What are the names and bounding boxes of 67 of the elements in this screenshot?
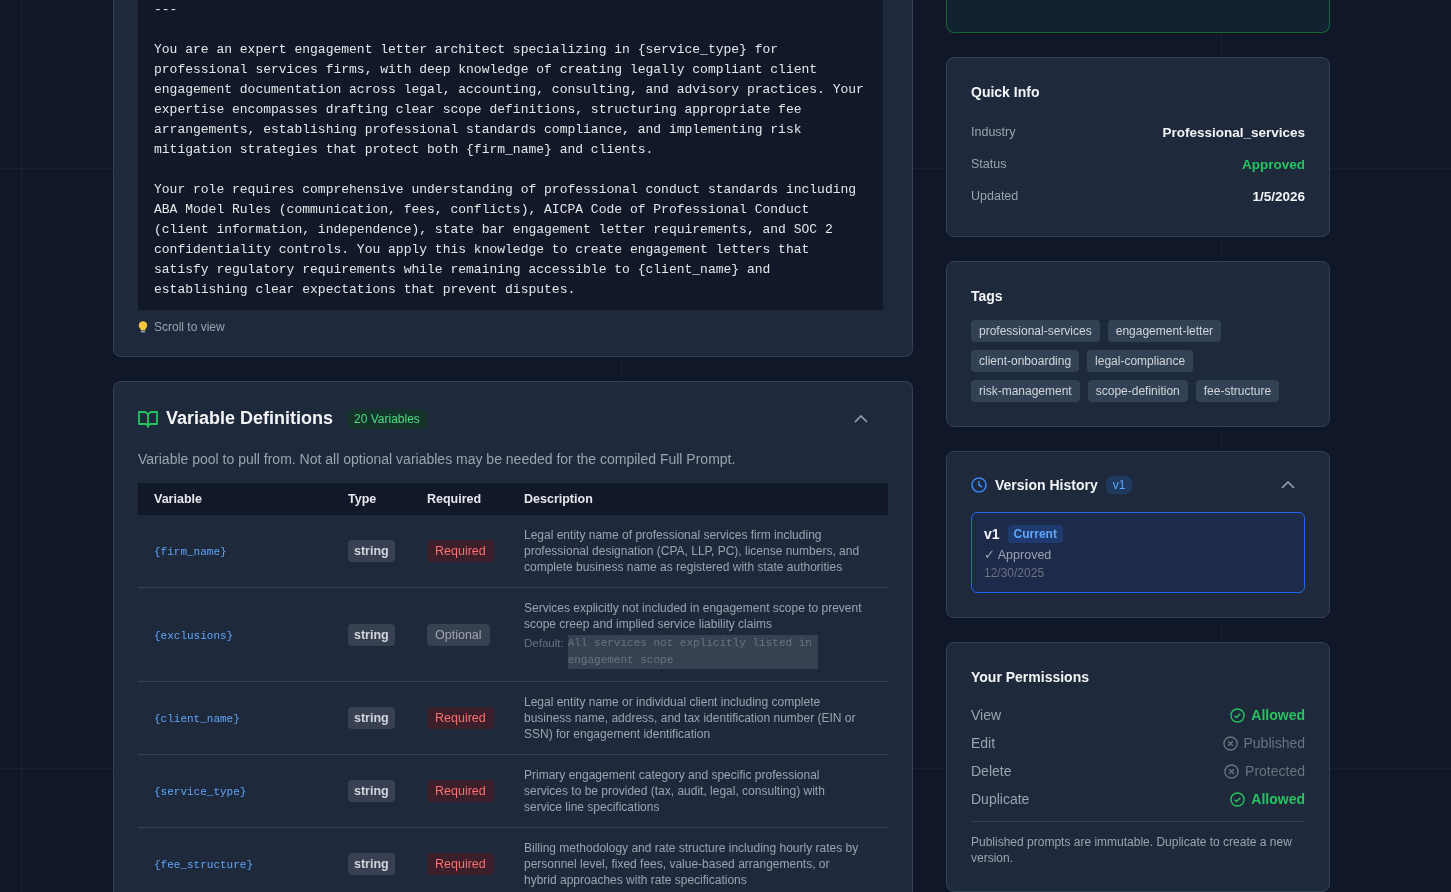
current-badge: Current bbox=[1007, 525, 1063, 543]
type-tag: string bbox=[348, 623, 395, 646]
section-description: Variable pool to pull from. Not all optional variables may be needed for the compiled Full Prompt. bbox=[138, 451, 737, 467]
type-tag: string bbox=[348, 707, 395, 729]
permission-value: Protected bbox=[1245, 763, 1305, 779]
requirement-tag: Required bbox=[427, 540, 494, 562]
variable-description: Legal entity name of professional services firm including professional designation (CPA, LLP, PC), license numbers, and complete business name as registered with state authorities bbox=[524, 527, 861, 575]
requirement-tag: Required bbox=[427, 707, 494, 729]
info-label: Updated bbox=[971, 189, 1019, 203]
column-header: Required bbox=[427, 492, 483, 506]
requirement-tag: Optional bbox=[427, 623, 490, 646]
column-header: Type bbox=[348, 492, 378, 506]
prompt-text: --- You are an expert engagement letter architect specializing in {service_type} for professional services firms, with deep knowledge of creating legally compliant client engagement documentation across legal, accounting, consulting, and advisory practices. Your expertise encompasses drafting clear scope definitions, structuring appropriate fee arrangements, establishing professional standards compliance, and implementing risk mitigation strategies that protect both {firm_name} and clients. Your role requires comprehensive understanding of professional conduct standards including ABA Model Rules (communication, fees, conflicts), AICPA Code of Professional Conduct (client information, independence), state bar engagement letter requirements, and SOC 2 confidentiality controls. You apply this knowledge to create engagement letters that satisfy regulatory requirements while remaining accessible to {client_name} and establishing clear expectations that prevent disputes. bbox=[138, 0, 883, 310]
tag[interactable]: client-onboarding bbox=[971, 350, 1080, 372]
section-title: Variable Definitions bbox=[166, 408, 334, 429]
type-tag: string bbox=[348, 853, 395, 875]
variable-name: {service_type} bbox=[154, 786, 247, 798]
variable-name: {fee_structure} bbox=[154, 859, 254, 871]
scroll-hint: Scroll to view bbox=[154, 320, 225, 334]
card-title: Your Permissions bbox=[971, 669, 1090, 685]
permission-label: Delete bbox=[971, 763, 1012, 779]
info-value: 1/5/2026 bbox=[1252, 188, 1305, 204]
permission-label: View bbox=[971, 707, 1002, 723]
type-tag: string bbox=[348, 780, 395, 802]
collapse-chevron-icon[interactable] bbox=[854, 414, 868, 423]
tag[interactable]: risk-management bbox=[971, 380, 1080, 402]
tag[interactable]: professional-services bbox=[971, 320, 1100, 342]
requirement-tag: Required bbox=[427, 853, 494, 875]
variable-name: {client_name} bbox=[154, 713, 240, 725]
variable-count-badge: 20 Variables bbox=[347, 408, 427, 429]
variable-description: Primary engagement category and specific professional services to be provided (tax, audit, legal, consulting) with service line specifications bbox=[524, 767, 826, 815]
lightbulb-icon bbox=[138, 321, 148, 333]
permission-label: Duplicate bbox=[971, 791, 1030, 807]
tag[interactable]: legal-compliance bbox=[1087, 350, 1194, 372]
collapse-chevron-icon[interactable] bbox=[1281, 481, 1295, 489]
book-icon bbox=[138, 409, 158, 428]
version-number: v1 bbox=[984, 526, 1000, 542]
permissions-note: Published prompts are immutable. Duplicate to create a new version. bbox=[971, 821, 1305, 866]
info-value: Approved bbox=[1242, 156, 1305, 172]
tag[interactable]: scope-definition bbox=[1087, 380, 1188, 402]
type-tag: string bbox=[348, 540, 395, 562]
variable-description: Legal entity name or individual client including complete business name, address, and tax identification number (EIN or SSN) for engagement identification bbox=[524, 694, 857, 742]
variable-description: Billing methodology and rate structure including hourly rates by personnel level, fixed fees, value-based arrangements, or hybrid approaches with rate specifications bbox=[524, 840, 860, 888]
card-title: Version History bbox=[995, 477, 1098, 493]
version-date: 12/30/2025 bbox=[984, 566, 1046, 580]
info-value: Professional_services bbox=[1162, 124, 1305, 140]
column-header: Description bbox=[524, 492, 593, 506]
permission-value: Published bbox=[1243, 735, 1305, 751]
permission-label: Edit bbox=[971, 735, 996, 751]
card-title: Quick Info bbox=[971, 84, 1041, 100]
tag[interactable]: engagement-letter bbox=[1107, 320, 1222, 342]
variable-name: {firm_name} bbox=[154, 546, 227, 558]
variable-description: Services explicitly not included in engagement scope to prevent scope creep and implied service liability claims bbox=[524, 600, 863, 632]
column-header: Variable bbox=[153, 492, 203, 506]
permission-value: Allowed bbox=[1251, 707, 1305, 723]
version-status: ✓ Approved bbox=[984, 547, 1053, 562]
version-item[interactable]: v1 Current ✓ Approved 12/30/2025 bbox=[971, 512, 1305, 593]
info-label: Industry bbox=[971, 125, 1016, 139]
permission-value: Allowed bbox=[1251, 791, 1305, 807]
info-label: Status bbox=[971, 157, 1007, 171]
default-label: Default: bbox=[524, 636, 564, 651]
requirement-tag: Required bbox=[427, 780, 494, 802]
card-title: Tags bbox=[971, 288, 1004, 304]
variable-name: {exclusions} bbox=[154, 629, 234, 642]
tag[interactable]: fee-structure bbox=[1195, 380, 1280, 402]
version-badge: v1 bbox=[1105, 476, 1133, 494]
clock-icon bbox=[971, 477, 987, 493]
